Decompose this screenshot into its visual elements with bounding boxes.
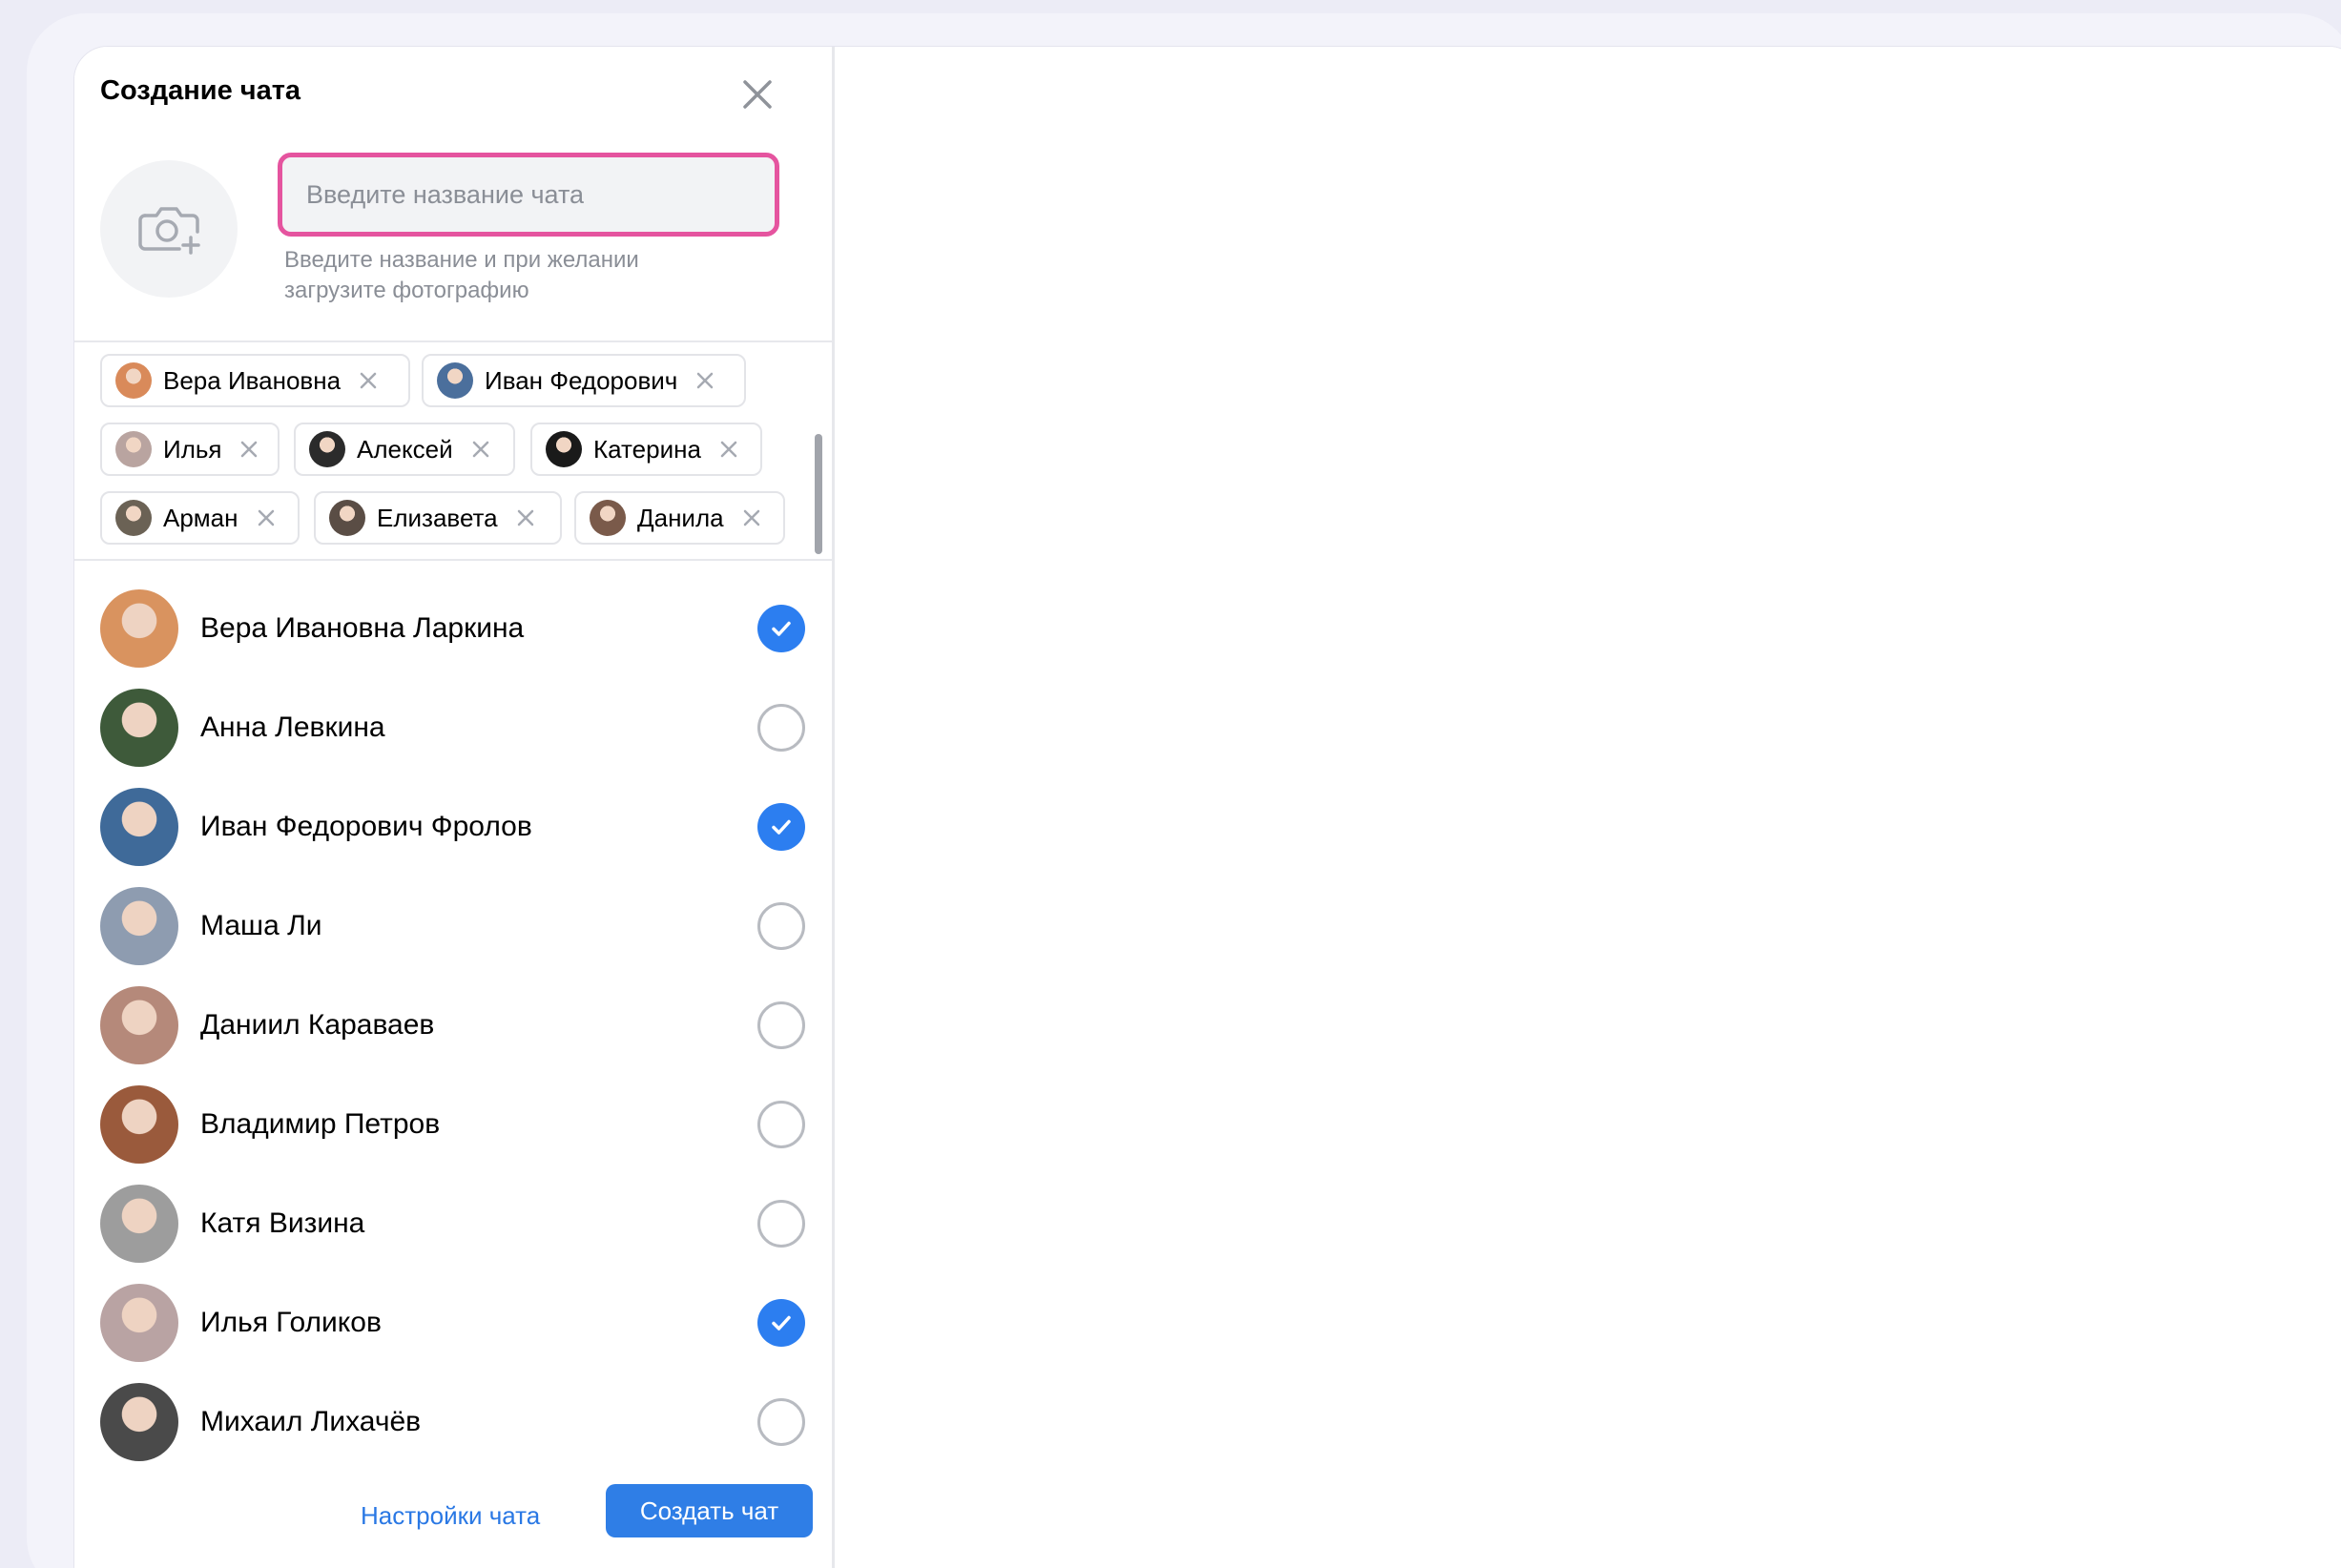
contact-row[interactable]: Катя Визина xyxy=(74,1174,835,1273)
dialog-title: Создание чата xyxy=(100,75,301,106)
chat-name-field[interactable] xyxy=(278,153,779,237)
contact-name: Катя Визина xyxy=(200,1207,365,1239)
select-checkbox[interactable] xyxy=(757,1299,805,1347)
close-icon xyxy=(720,441,737,458)
avatar xyxy=(100,788,178,866)
chip-label: Иван Федорович xyxy=(485,365,678,395)
avatar xyxy=(590,500,626,536)
remove-participant-button[interactable] xyxy=(693,368,717,393)
avatar xyxy=(100,1185,178,1263)
close-icon xyxy=(743,509,759,526)
remove-participant-button[interactable] xyxy=(513,505,538,530)
contact-name: Владимир Петров xyxy=(200,1108,441,1140)
screen: Создание чата Введите название и при жел… xyxy=(73,46,2341,1568)
contact-name: Вера Ивановна Ларкина xyxy=(200,612,525,644)
select-checkbox[interactable] xyxy=(757,803,805,851)
content-area xyxy=(838,47,2341,1568)
contact-name: Иван Федорович Фролов xyxy=(200,811,532,842)
remove-participant-button[interactable] xyxy=(739,505,764,530)
remove-participant-button[interactable] xyxy=(254,505,279,530)
participant-chip: Елизавета xyxy=(314,491,562,545)
chip-label: Вера Ивановна xyxy=(163,365,342,395)
avatar xyxy=(437,362,473,399)
select-checkbox[interactable] xyxy=(757,704,805,752)
contact-name: Анна Левкина xyxy=(200,712,385,743)
participant-chip: Вера Ивановна xyxy=(100,354,410,407)
check-icon xyxy=(772,1315,791,1331)
avatar xyxy=(100,1284,178,1362)
contact-row[interactable]: Илья Голиков xyxy=(74,1273,835,1372)
close-icon xyxy=(743,80,772,109)
divider xyxy=(74,340,835,342)
chip-label: Арман xyxy=(163,503,238,532)
avatar xyxy=(115,500,152,536)
remove-participant-button[interactable] xyxy=(356,368,381,393)
remove-participant-button[interactable] xyxy=(237,437,261,462)
chip-label: Елизавета xyxy=(377,503,498,532)
chat-name-hint: Введите название и при желании загрузите… xyxy=(284,247,639,303)
close-icon xyxy=(258,509,274,526)
close-icon xyxy=(472,441,488,458)
participant-chip: Алексей xyxy=(294,423,515,476)
participant-chip: Данила xyxy=(574,491,785,545)
check-icon xyxy=(772,819,791,835)
close-icon xyxy=(360,372,377,389)
select-checkbox[interactable] xyxy=(757,1200,805,1248)
select-checkbox[interactable] xyxy=(757,1001,805,1049)
close-icon xyxy=(241,441,258,458)
close-icon xyxy=(697,372,714,389)
remove-participant-button[interactable] xyxy=(468,437,493,462)
avatar xyxy=(329,500,365,536)
check-icon xyxy=(772,621,791,636)
contact-row[interactable]: Иван Федорович Фролов xyxy=(74,777,835,877)
contact-row[interactable]: Михаил Лихачёв xyxy=(74,1372,835,1472)
camera-plus-icon xyxy=(138,207,200,255)
create-chat-panel: Создание чата Введите название и при жел… xyxy=(74,47,835,1568)
participant-chip: Катерина xyxy=(530,423,762,476)
close-button[interactable] xyxy=(733,70,782,119)
avatar xyxy=(100,1085,178,1164)
avatar xyxy=(100,1383,178,1461)
chip-label: Катерина xyxy=(593,434,701,464)
contact-list: Вера Ивановна Ларкина Анна Левкина Иван … xyxy=(74,579,835,1523)
avatar xyxy=(115,431,152,467)
tablet-frame: Создание чата Введите название и при жел… xyxy=(27,13,2341,1568)
chip-label: Алексей xyxy=(357,434,453,464)
contact-row[interactable]: Владимир Петров xyxy=(74,1075,835,1174)
contact-row[interactable]: Анна Левкина xyxy=(74,678,835,777)
chat-settings-link[interactable]: Настройки чата xyxy=(361,1501,540,1531)
contact-row[interactable]: Даниил Караваев xyxy=(74,976,835,1075)
avatar xyxy=(115,362,152,399)
chips-scrollbar[interactable] xyxy=(815,434,822,554)
avatar xyxy=(100,986,178,1064)
close-icon xyxy=(517,509,533,526)
contact-name: Михаил Лихачёв xyxy=(200,1406,422,1437)
contact-name: Даниил Караваев xyxy=(200,1009,435,1041)
select-checkbox[interactable] xyxy=(757,605,805,652)
select-checkbox[interactable] xyxy=(757,1101,805,1148)
contact-name: Маша Ли xyxy=(200,910,322,941)
avatar xyxy=(546,431,582,467)
remove-participant-button[interactable] xyxy=(716,437,741,462)
avatar xyxy=(100,589,178,668)
select-checkbox[interactable] xyxy=(757,902,805,950)
contact-row[interactable]: Маша Ли xyxy=(74,877,835,976)
upload-photo-button[interactable] xyxy=(100,160,238,298)
chip-label: Данила xyxy=(637,503,724,532)
divider xyxy=(74,559,835,561)
avatar xyxy=(100,887,178,965)
avatar xyxy=(100,689,178,767)
contact-row[interactable]: Вера Ивановна Ларкина xyxy=(74,579,835,678)
participant-chip: Иван Федорович xyxy=(422,354,746,407)
select-checkbox[interactable] xyxy=(757,1398,805,1446)
participant-chip: Арман xyxy=(100,491,300,545)
participant-chip: Илья xyxy=(100,423,280,476)
avatar xyxy=(309,431,345,467)
chat-name-input[interactable] xyxy=(282,157,775,232)
create-chat-button[interactable]: Создать чат xyxy=(606,1484,813,1537)
contact-name: Илья Голиков xyxy=(200,1307,382,1338)
chip-label: Илья xyxy=(163,434,222,464)
